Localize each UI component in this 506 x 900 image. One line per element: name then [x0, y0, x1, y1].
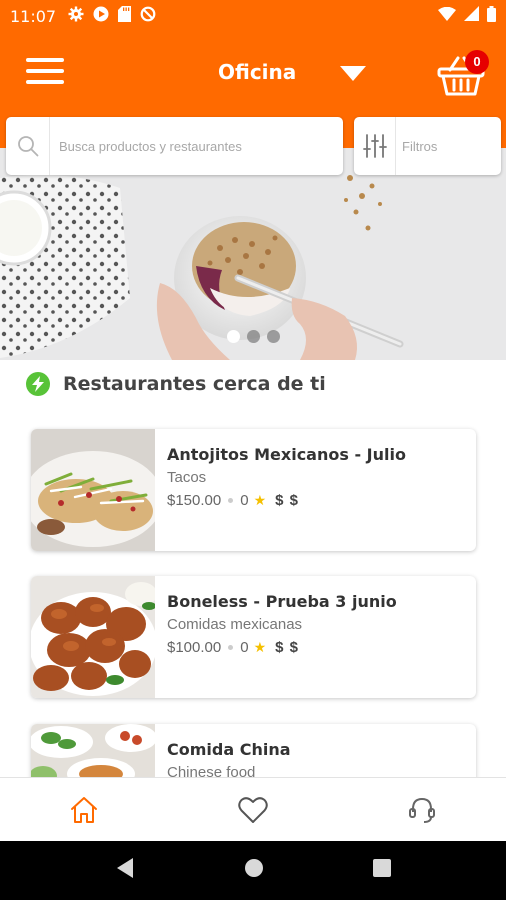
location-dropdown-icon[interactable]: [340, 66, 366, 81]
signal-icon: [464, 6, 479, 26]
restaurant-info: Antojitos Mexicanos - Julio Tacos $150.0…: [167, 445, 470, 509]
filters-label: Filtros: [402, 138, 438, 154]
separator-dot: [228, 645, 234, 650]
tab-home[interactable]: [0, 778, 169, 841]
pagination-dot[interactable]: [247, 330, 260, 343]
restaurant-rating: 0: [240, 492, 249, 509]
restaurant-image: [31, 576, 155, 698]
restaurant-category: Tacos: [167, 469, 207, 486]
search-icon: [6, 117, 50, 175]
separator-dot: [228, 498, 234, 503]
location-title[interactable]: Oficina: [218, 60, 296, 84]
lightning-icon: [26, 372, 50, 396]
restaurant-min-price: $100.00: [167, 639, 222, 656]
restaurant-image: [31, 429, 155, 551]
restaurant-name: Antojitos Mexicanos - Julio: [167, 445, 406, 464]
status-time: 11:07: [10, 6, 57, 26]
tab-support[interactable]: [337, 778, 506, 841]
promo-banner[interactable]: [0, 148, 506, 360]
status-bar: 11:07: [0, 0, 506, 32]
hamburger-menu-button[interactable]: [26, 58, 64, 88]
restaurant-rating: 0: [240, 639, 249, 656]
android-navigation-bar: [0, 841, 506, 900]
restaurant-card[interactable]: Boneless - Prueba 3 junio Comidas mexica…: [31, 576, 476, 698]
bottom-navigation: [0, 777, 506, 841]
pagination-dot[interactable]: [267, 330, 280, 343]
restaurant-meta: $100.00 0 ★ $ $: [167, 639, 470, 656]
restaurant-price-level: $ $: [275, 492, 299, 509]
no-sign-icon: [140, 6, 156, 27]
sliders-icon: [354, 117, 396, 175]
banner-image: [0, 148, 506, 360]
banner-pagination: [227, 330, 280, 343]
sd-card-icon: [118, 5, 132, 27]
restaurant-name: Boneless - Prueba 3 junio: [167, 592, 397, 611]
search-input[interactable]: Busca productos y restaurantes: [50, 139, 242, 154]
back-icon[interactable]: [115, 857, 135, 884]
support-icon: [408, 797, 435, 823]
restaurant-info: Comida China Chinese food: [167, 740, 470, 781]
recents-icon[interactable]: [373, 859, 392, 882]
filters-button[interactable]: Filtros: [354, 117, 501, 175]
section-title: Restaurantes cerca de ti: [63, 373, 326, 395]
cart-count-badge: 0: [465, 50, 489, 74]
restaurant-name: Comida China: [167, 740, 291, 759]
settings-icon: [68, 6, 84, 27]
play-icon: [93, 6, 109, 27]
restaurant-meta: $150.00 0 ★ $ $: [167, 492, 470, 509]
restaurant-category: Comidas mexicanas: [167, 616, 303, 633]
search-bar[interactable]: Busca productos y restaurantes: [6, 117, 343, 175]
restaurant-info: Boneless - Prueba 3 junio Comidas mexica…: [167, 592, 470, 656]
tab-favorites[interactable]: [169, 778, 338, 841]
restaurant-price-level: $ $: [275, 639, 299, 656]
restaurant-min-price: $150.00: [167, 492, 222, 509]
nearby-restaurants-heading: Restaurantes cerca de ti: [26, 372, 326, 396]
pagination-dot-active[interactable]: [227, 330, 240, 343]
wifi-icon: [438, 6, 456, 26]
home-circle-icon[interactable]: [244, 858, 264, 883]
home-icon: [71, 796, 98, 823]
battery-icon: [487, 5, 496, 27]
restaurant-card[interactable]: Antojitos Mexicanos - Julio Tacos $150.0…: [31, 429, 476, 551]
star-icon: ★: [253, 639, 267, 655]
star-icon: ★: [253, 492, 267, 508]
heart-icon: [238, 796, 268, 823]
